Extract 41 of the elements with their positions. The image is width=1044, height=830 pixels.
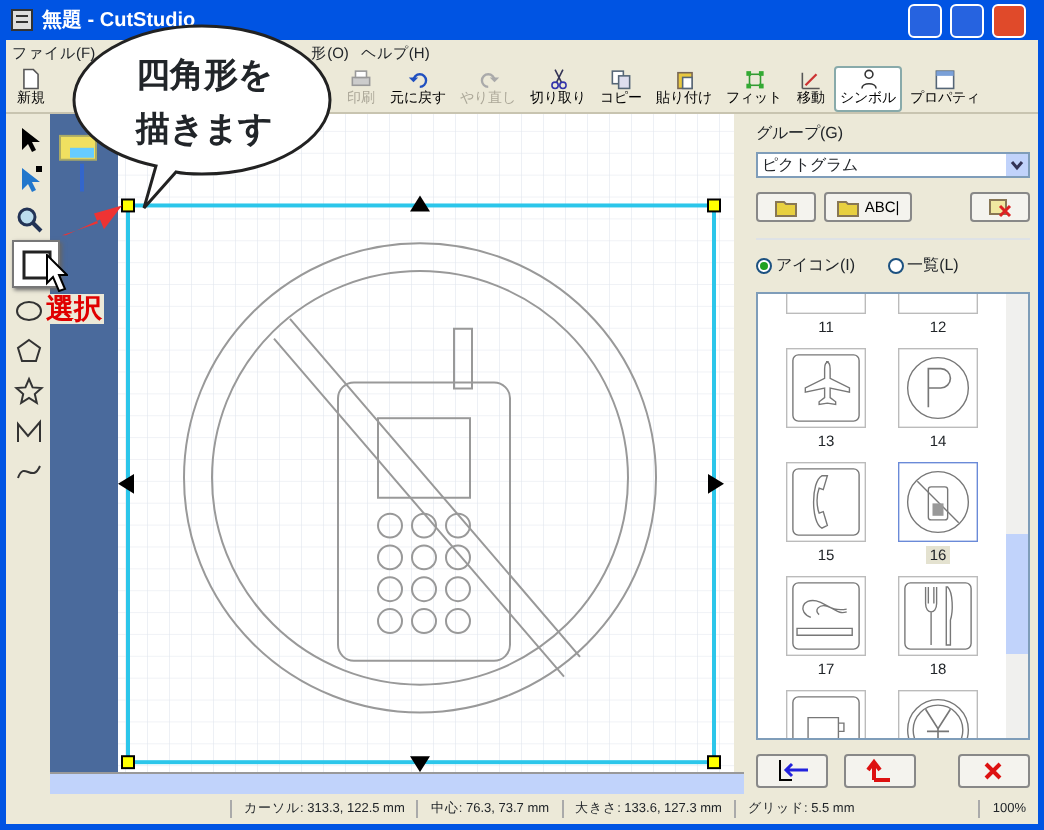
selection-frame[interactable] bbox=[118, 195, 724, 773]
vertical-scrollbar[interactable] bbox=[1006, 294, 1028, 738]
symbol-thumbnail[interactable] bbox=[786, 462, 866, 542]
group-label: グループ(G) bbox=[756, 122, 846, 146]
window-title: 無題 - CutStudio bbox=[42, 7, 196, 35]
horizontal-scrollbar[interactable] bbox=[50, 772, 744, 794]
symbol-thumbnail[interactable] bbox=[786, 576, 866, 656]
ellipse-icon bbox=[13, 295, 43, 325]
app-icon bbox=[10, 8, 34, 32]
properties-icon bbox=[930, 68, 960, 90]
maximize-button[interactable] bbox=[950, 3, 984, 37]
pointer-arrow-icon bbox=[62, 205, 122, 236]
symbol-thumbnail[interactable] bbox=[898, 462, 978, 542]
radio-option[interactable]: アイコン(I) bbox=[756, 254, 856, 278]
symbol-thumbnail[interactable] bbox=[898, 576, 978, 656]
minimize-button[interactable] bbox=[908, 3, 942, 37]
mouse-cursor-icon bbox=[46, 254, 68, 292]
move-icon bbox=[796, 68, 826, 90]
star-icon bbox=[13, 375, 43, 405]
callout-text: 四角形を描きます bbox=[134, 54, 274, 153]
magnifier-icon bbox=[13, 203, 43, 233]
undo-icon bbox=[403, 68, 433, 90]
delete-icon bbox=[988, 195, 1012, 219]
printer-icon bbox=[346, 68, 376, 90]
rectangle-icon bbox=[21, 249, 51, 279]
copy-icon bbox=[606, 68, 636, 90]
symbol-thumbnail[interactable] bbox=[786, 348, 866, 428]
group-dropdown[interactable]: ピクトグラム bbox=[756, 152, 1030, 178]
pen-tool-graphic bbox=[59, 134, 97, 192]
folder-icon bbox=[836, 195, 861, 219]
folder-icon bbox=[774, 195, 798, 219]
close-button[interactable] bbox=[992, 3, 1026, 37]
drawing-tool[interactable] bbox=[10, 372, 46, 408]
pentagon-icon bbox=[13, 335, 43, 365]
tool-caption: 選択 bbox=[44, 294, 104, 325]
no-phone-sign-drawing[interactable] bbox=[183, 242, 657, 714]
symbol-thumbnail[interactable] bbox=[898, 348, 978, 428]
panel-button[interactable] bbox=[756, 754, 828, 788]
import-arrow-icon bbox=[775, 756, 809, 786]
radio-option[interactable]: 一覧(L) bbox=[887, 254, 959, 278]
polyline-icon bbox=[13, 415, 43, 445]
